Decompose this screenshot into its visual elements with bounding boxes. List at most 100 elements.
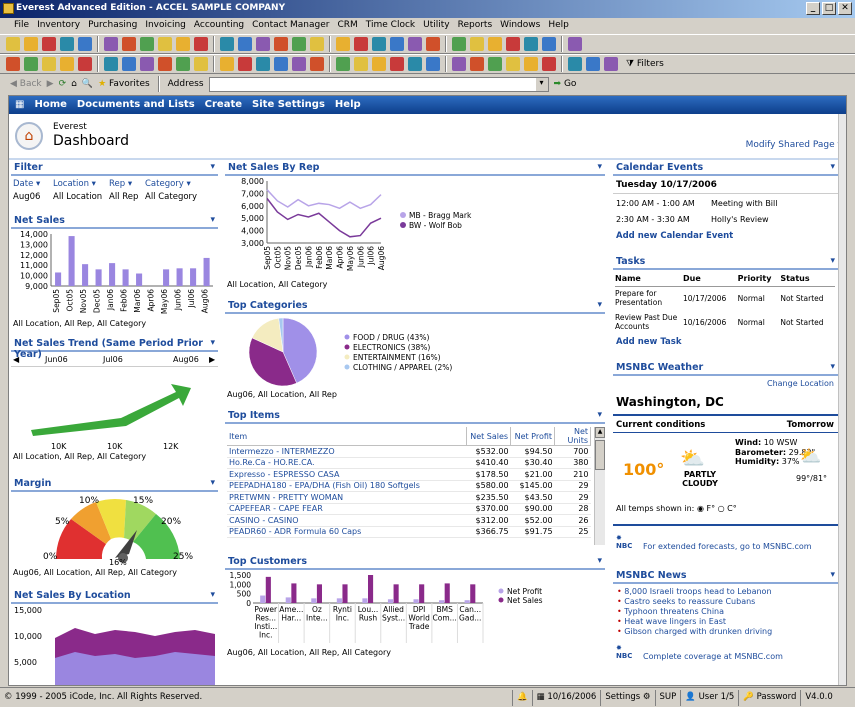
menu-help[interactable]: Help bbox=[544, 18, 573, 34]
toolbar-button-icon[interactable] bbox=[256, 57, 270, 71]
item-name[interactable]: Expresso - ESPRESSO CASA bbox=[227, 468, 467, 481]
column-header[interactable]: Net Profit bbox=[510, 427, 556, 446]
toolbar-button-icon[interactable] bbox=[24, 37, 38, 51]
toolbar-button-icon[interactable] bbox=[292, 57, 306, 71]
task-name[interactable]: Review Past Due Accounts bbox=[615, 310, 683, 334]
nav-site-settings[interactable]: Site Settings bbox=[252, 99, 325, 111]
news-item[interactable]: • 8,000 Israeli troops head to Lebanon bbox=[617, 587, 772, 597]
toolbar-button-icon[interactable] bbox=[354, 57, 368, 71]
table-row[interactable]: Review Past Due Accounts 10/16/2006 Norm… bbox=[615, 310, 835, 334]
add-task-link[interactable]: Add new Task bbox=[616, 337, 682, 347]
toolbar-button-icon[interactable] bbox=[470, 57, 484, 71]
menu-file[interactable]: File bbox=[10, 18, 33, 34]
toolbar-button-icon[interactable] bbox=[390, 57, 404, 71]
task-name[interactable]: Prepare for Presentation bbox=[615, 286, 683, 310]
toolbar-button-icon[interactable] bbox=[354, 37, 368, 51]
col-header[interactable]: Priority bbox=[737, 272, 781, 287]
toolbar-button-icon[interactable] bbox=[506, 37, 520, 51]
user-indicator[interactable]: 👤 User 1/5 bbox=[680, 689, 738, 706]
item-name[interactable]: PEADR60 - ADR Formula 60 Caps bbox=[227, 526, 467, 538]
toolbar-button-icon[interactable] bbox=[506, 57, 520, 71]
toolbar-button-icon[interactable] bbox=[604, 57, 618, 71]
toolbar-button-icon[interactable] bbox=[24, 57, 38, 71]
col-header[interactable]: Due bbox=[683, 272, 738, 287]
news-item[interactable]: • Typhoon threatens China bbox=[617, 607, 772, 617]
filter-rep-dropdown[interactable]: Rep ▾ bbox=[109, 179, 145, 189]
back-button[interactable]: ◀ Back bbox=[10, 79, 42, 89]
col-header[interactable]: Status bbox=[780, 272, 835, 287]
toolbar-button-icon[interactable] bbox=[426, 37, 440, 51]
webpart-title[interactable]: Net Sales By Location bbox=[11, 590, 218, 604]
webpart-title[interactable]: MSNBC Weather bbox=[613, 362, 838, 376]
webpart-title[interactable]: Tasks bbox=[613, 256, 838, 270]
toolbar-button-icon[interactable] bbox=[60, 57, 74, 71]
modify-shared-page-link[interactable]: Modify Shared Page ▾ bbox=[746, 140, 842, 150]
toolbar-button-icon[interactable] bbox=[158, 37, 172, 51]
webpart-title[interactable]: MSNBC News bbox=[613, 570, 838, 584]
menu-inventory[interactable]: Inventory bbox=[33, 18, 84, 34]
filter-category-dropdown[interactable]: Category ▾ bbox=[145, 179, 207, 189]
favorites-button[interactable]: ★ Favorites bbox=[98, 79, 150, 89]
toolbar-button-icon[interactable] bbox=[452, 37, 466, 51]
toolbar-button-icon[interactable] bbox=[310, 57, 324, 71]
item-name[interactable]: PRETWMN - PRETTY WOMAN bbox=[227, 491, 467, 504]
column-header[interactable]: Item bbox=[227, 427, 468, 446]
item-name[interactable]: Ho.Re.Ca - HO.RE.CA. bbox=[227, 457, 467, 469]
webpart-title[interactable]: Net Sales Trend (Same Period Prior Year) bbox=[11, 338, 218, 360]
webpart-title[interactable]: Calendar Events bbox=[613, 162, 838, 176]
change-location-link[interactable]: Change Location bbox=[767, 379, 834, 388]
address-input[interactable] bbox=[208, 76, 549, 92]
webpart-title[interactable]: Net Sales By Rep bbox=[225, 162, 605, 176]
menu-crm[interactable]: CRM bbox=[333, 18, 361, 34]
menu-time-clock[interactable]: Time Clock bbox=[362, 18, 419, 34]
toolbar-button-icon[interactable] bbox=[158, 57, 172, 71]
password-button[interactable]: 🔑 Password bbox=[738, 689, 800, 706]
table-row[interactable]: PEADR60 - ADR Formula 60 Caps $366.75 $91.… bbox=[227, 526, 591, 538]
toolbar-button-icon[interactable] bbox=[140, 37, 154, 51]
toolbar-button-icon[interactable] bbox=[524, 37, 538, 51]
menu-reports[interactable]: Reports bbox=[454, 18, 497, 34]
celsius-radio[interactable]: ○ bbox=[718, 504, 725, 513]
nav-home[interactable]: Home bbox=[34, 99, 66, 111]
table-row[interactable]: Ho.Re.Ca - HO.RE.CA. $410.40 $30.40 380 bbox=[227, 457, 591, 469]
toolbar-button-icon[interactable] bbox=[78, 57, 92, 71]
toolbar-button-icon[interactable] bbox=[140, 57, 154, 71]
menu-utility[interactable]: Utility bbox=[419, 18, 453, 34]
webpart-title[interactable]: Net Sales bbox=[11, 215, 218, 229]
page-scrollbar[interactable] bbox=[838, 114, 846, 685]
toolbar-button-icon[interactable] bbox=[220, 37, 234, 51]
column-header[interactable]: Net Sales bbox=[466, 427, 512, 446]
toolbar-button-icon[interactable] bbox=[488, 57, 502, 71]
webpart-title[interactable]: Top Items bbox=[225, 410, 605, 424]
scroll-up-icon[interactable]: ▲ bbox=[595, 427, 605, 438]
webpart-title[interactable]: Top Categories bbox=[225, 300, 605, 314]
nav-help[interactable]: Help bbox=[335, 99, 361, 111]
toolbar-button-icon[interactable] bbox=[452, 57, 466, 71]
toolbar-button-icon[interactable] bbox=[42, 57, 56, 71]
toolbar-button-icon[interactable] bbox=[194, 37, 208, 51]
table-row[interactable]: CASINO - CASINO $312.00 $52.00 26 bbox=[227, 514, 591, 527]
col-header[interactable]: Name bbox=[615, 272, 683, 287]
menu-invoicing[interactable]: Invoicing bbox=[141, 18, 190, 34]
toolbar-button-icon[interactable] bbox=[176, 57, 190, 71]
toolbar-button-icon[interactable] bbox=[336, 57, 350, 71]
table-row[interactable]: PEEPADHA180 - EPA/DHA (Fish Oil) 180 Sof… bbox=[227, 480, 591, 492]
msnbc-forecast-link[interactable]: For extended forecasts, go to MSNBC.com bbox=[643, 542, 812, 551]
column-header[interactable]: Net Units bbox=[554, 427, 591, 446]
toolbar-button-icon[interactable] bbox=[122, 57, 136, 71]
toolbar-button-icon[interactable] bbox=[524, 57, 538, 71]
toolbar-button-icon[interactable] bbox=[42, 37, 56, 51]
toolbar-button-icon[interactable] bbox=[104, 57, 118, 71]
table-row[interactable]: CAPEFEAR - CAPE FEAR $370.00 $90.00 28 bbox=[227, 503, 591, 515]
news-item[interactable]: • Gibson charged with drunken driving bbox=[617, 627, 772, 637]
toolbar-button-icon[interactable] bbox=[586, 57, 600, 71]
toolbar-button-icon[interactable] bbox=[78, 37, 92, 51]
refresh-icon[interactable]: ⟳ bbox=[59, 79, 67, 89]
menu-purchasing[interactable]: Purchasing bbox=[84, 18, 141, 34]
toolbar-button-icon[interactable] bbox=[274, 37, 288, 51]
toolbar-button-icon[interactable] bbox=[390, 37, 404, 51]
nav-create[interactable]: Create bbox=[205, 99, 242, 111]
webpart-title[interactable]: Top Customers bbox=[225, 556, 605, 570]
item-name[interactable]: Intermezzo - INTERMEZZO bbox=[227, 445, 467, 458]
menu-contact-manager[interactable]: Contact Manager bbox=[248, 18, 333, 34]
